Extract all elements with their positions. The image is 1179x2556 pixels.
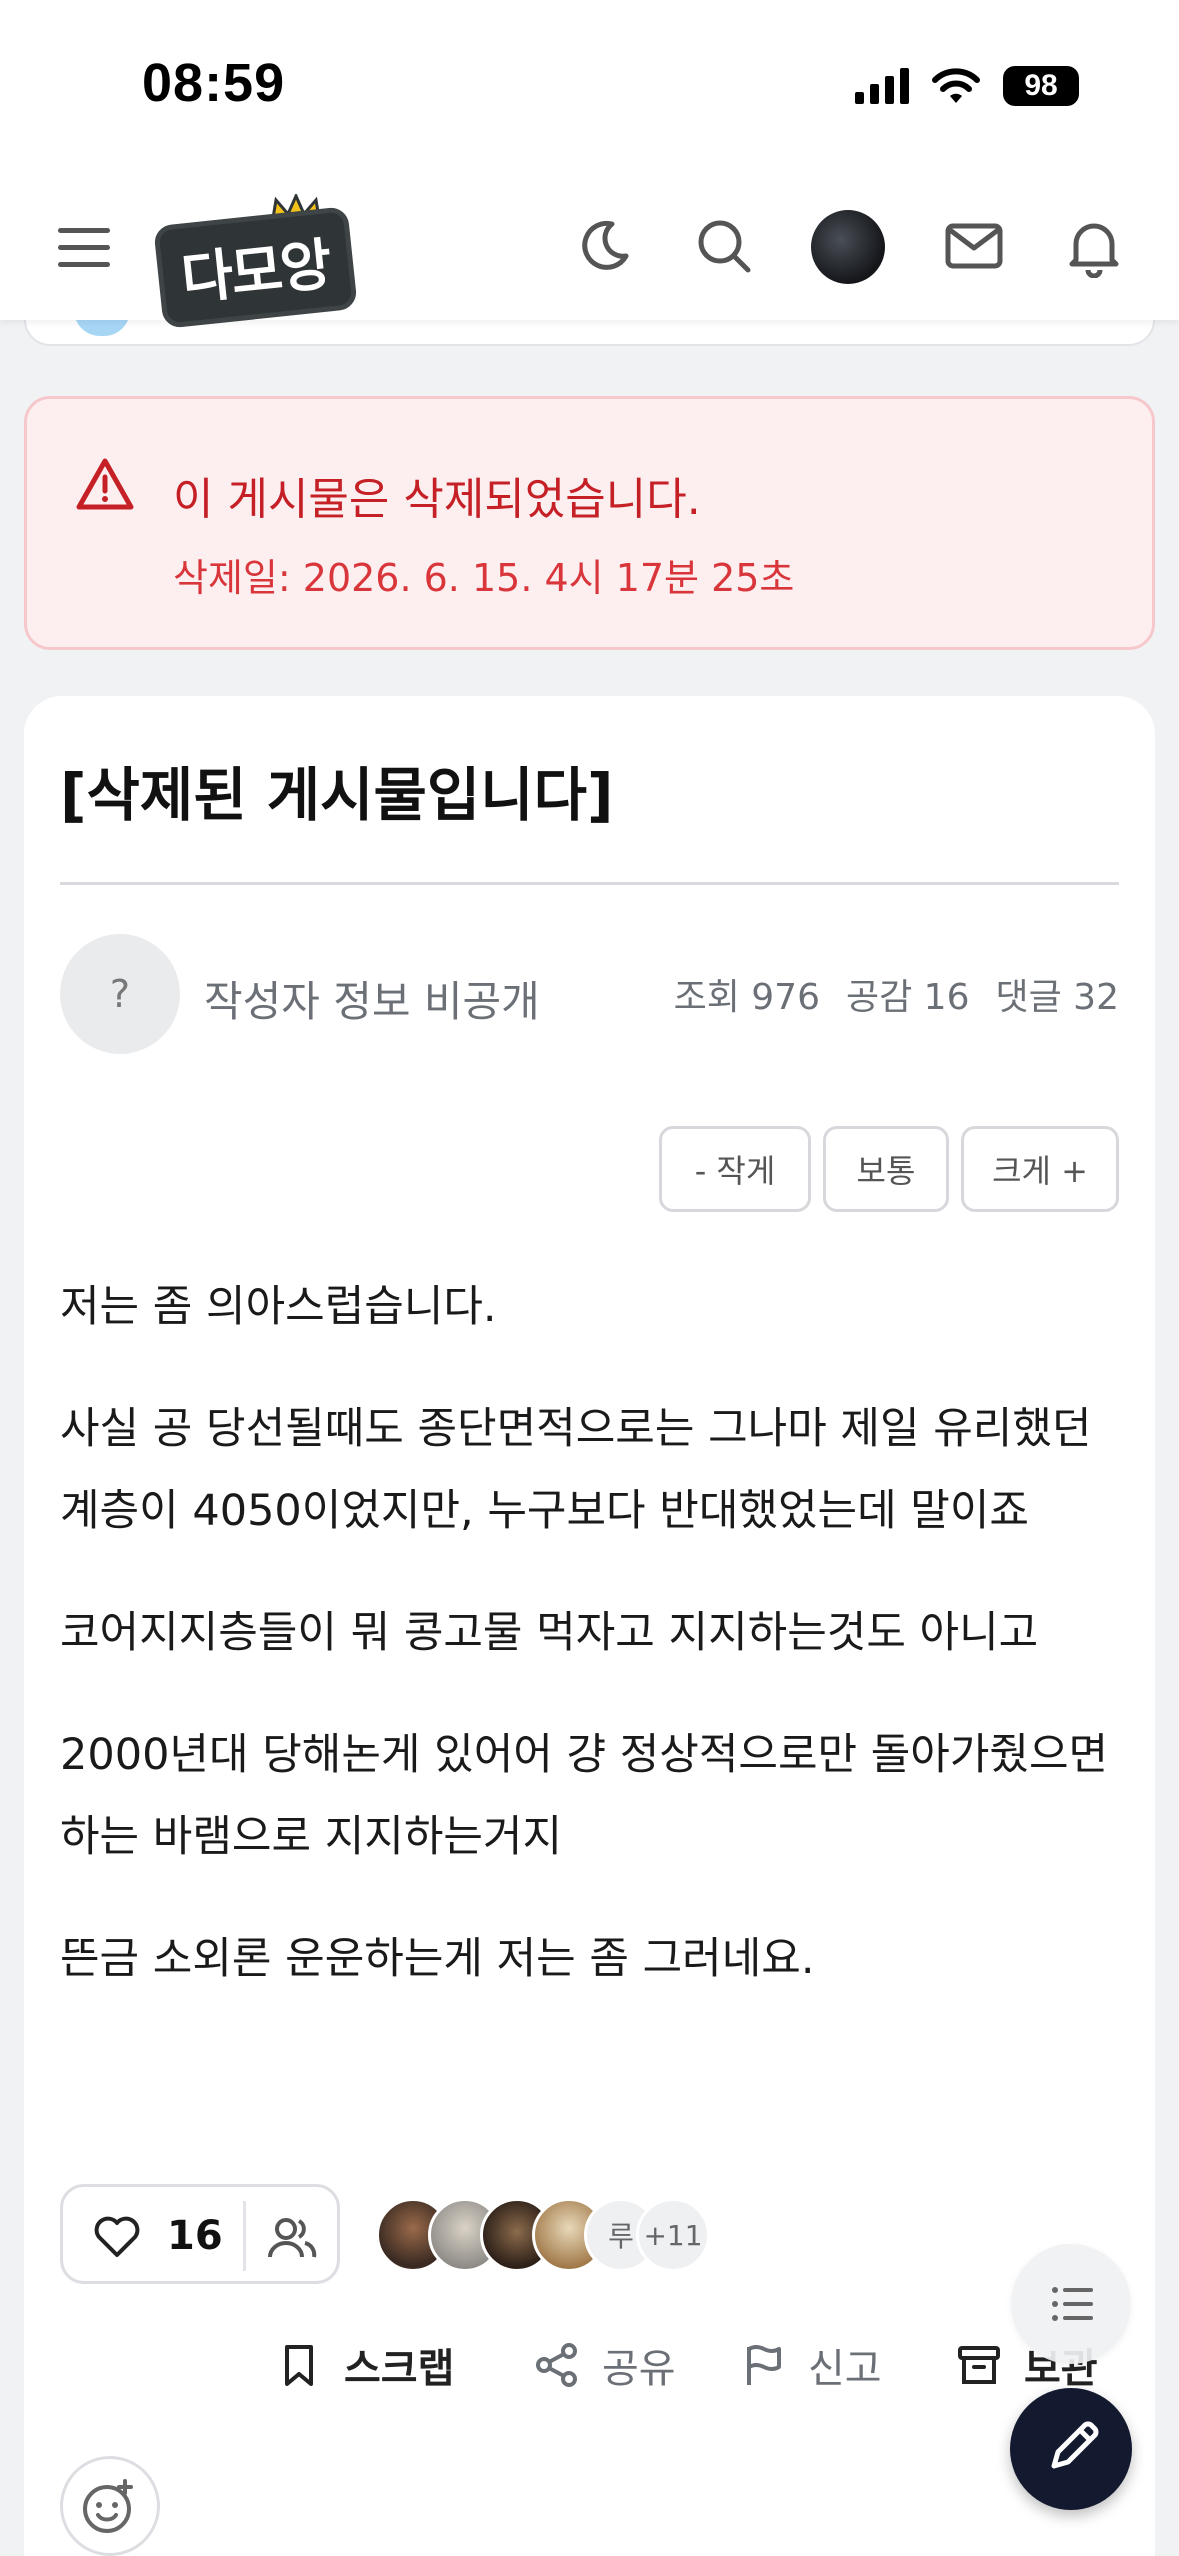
emoji-reaction-button[interactable] bbox=[60, 2456, 160, 2556]
status-time: 08:59 bbox=[142, 53, 286, 113]
scrap-label: 스크랩 bbox=[344, 2346, 455, 2392]
user-avatar[interactable] bbox=[811, 210, 885, 284]
status-bar: 08:59 98 bbox=[0, 0, 1179, 170]
font-normal-button[interactable]: 보통 bbox=[823, 1126, 949, 1212]
post-paragraph: 저는 좀 의아스럽습니다. bbox=[60, 1282, 497, 1332]
status-icons: 98 bbox=[855, 66, 1079, 106]
battery-indicator: 98 bbox=[1003, 66, 1079, 106]
bell-icon[interactable] bbox=[1062, 214, 1126, 278]
menu-icon[interactable] bbox=[58, 228, 110, 268]
share-icon bbox=[536, 2343, 577, 2387]
report-button[interactable]: 신고 bbox=[740, 2336, 882, 2394]
post-paragraph: 뜬금 소외론 운운하는게 저는 좀 그러네요. bbox=[60, 1934, 815, 1984]
like-button[interactable]: 16 bbox=[60, 2184, 340, 2284]
font-larger-button[interactable]: 크게 + bbox=[961, 1126, 1119, 1212]
post-card: [삭제된 게시물입니다] ? 작성자 정보 비공개 조회 976 공감 16 댓… bbox=[24, 696, 1155, 2556]
like-stat: 공감 16 bbox=[846, 977, 970, 1018]
notice-date: 삭제일: 2026. 6. 15. 4시 17분 25초 bbox=[173, 556, 795, 600]
archive-icon bbox=[958, 2346, 1000, 2384]
like-count: 16 bbox=[167, 2213, 223, 2259]
bookmark-icon bbox=[285, 2345, 313, 2386]
pencil-icon bbox=[1051, 2421, 1099, 2469]
author-name: 작성자 정보 비공개 bbox=[204, 977, 540, 1026]
mail-icon[interactable] bbox=[942, 214, 1006, 278]
scrap-button[interactable]: 스크랩 bbox=[276, 2336, 454, 2394]
post-stats: 조회 976 공감 16 댓글 32 bbox=[674, 968, 1119, 1020]
font-smaller-button[interactable]: - 작게 bbox=[659, 1126, 811, 1212]
notice-title: 이 게시물은 삭제되었습니다. bbox=[173, 474, 701, 525]
more-likers-count: +11 bbox=[636, 2198, 710, 2272]
people-icon[interactable] bbox=[267, 2215, 317, 2261]
moon-icon[interactable] bbox=[572, 214, 636, 278]
logo-text: 다모앙 bbox=[153, 206, 358, 329]
wifi-icon bbox=[932, 68, 980, 103]
warning-icon bbox=[76, 458, 134, 510]
divider bbox=[60, 882, 1119, 885]
font-size-controls: - 작게 보통 크게 + bbox=[659, 1126, 1119, 1212]
post-title: [삭제된 게시물입니다] bbox=[60, 761, 614, 829]
list-icon bbox=[1052, 2287, 1093, 2321]
app-header: 다모앙 bbox=[0, 170, 1179, 329]
flag-icon bbox=[747, 2345, 781, 2385]
share-label: 공유 bbox=[602, 2346, 676, 2392]
author-avatar: ? bbox=[60, 934, 180, 1054]
emoji-add-icon bbox=[83, 2479, 133, 2533]
post-paragraph: 2000년대 당해논게 있어어 걍 정상적으로만 돌아가줬으면 하는 바램으로 … bbox=[60, 1730, 1109, 1862]
deleted-notice: 이 게시물은 삭제되었습니다. 삭제일: 2026. 6. 15. 4시 17분… bbox=[24, 396, 1155, 650]
post-actions: 스크랩 공유 신고 보관 bbox=[24, 2336, 1155, 2416]
post-paragraph: 코어지지층들이 뭐 콩고물 먹자고 지지하는것도 아니고 bbox=[60, 1608, 1039, 1658]
post-body: 저는 좀 의아스럽습니다. 사실 공 당선될때도 종단면적으로는 그나마 제일 … bbox=[60, 1266, 1119, 2040]
share-button[interactable]: 공유 bbox=[534, 2336, 676, 2394]
write-post-button[interactable] bbox=[1010, 2388, 1132, 2510]
view-count: 조회 976 bbox=[673, 977, 820, 1018]
report-label: 신고 bbox=[808, 2346, 882, 2392]
table-of-contents-button[interactable] bbox=[1011, 2244, 1131, 2364]
comment-count: 댓글 32 bbox=[995, 977, 1120, 1018]
site-logo[interactable]: 다모앙 bbox=[148, 194, 360, 329]
divider bbox=[243, 2201, 246, 2271]
post-paragraph: 사실 공 당선될때도 종단면적으로는 그나마 제일 유리했던 계층이 4050이… bbox=[60, 1404, 1092, 1536]
search-icon[interactable] bbox=[692, 214, 756, 278]
heart-icon bbox=[94, 2216, 140, 2257]
signal-icon bbox=[855, 68, 909, 104]
